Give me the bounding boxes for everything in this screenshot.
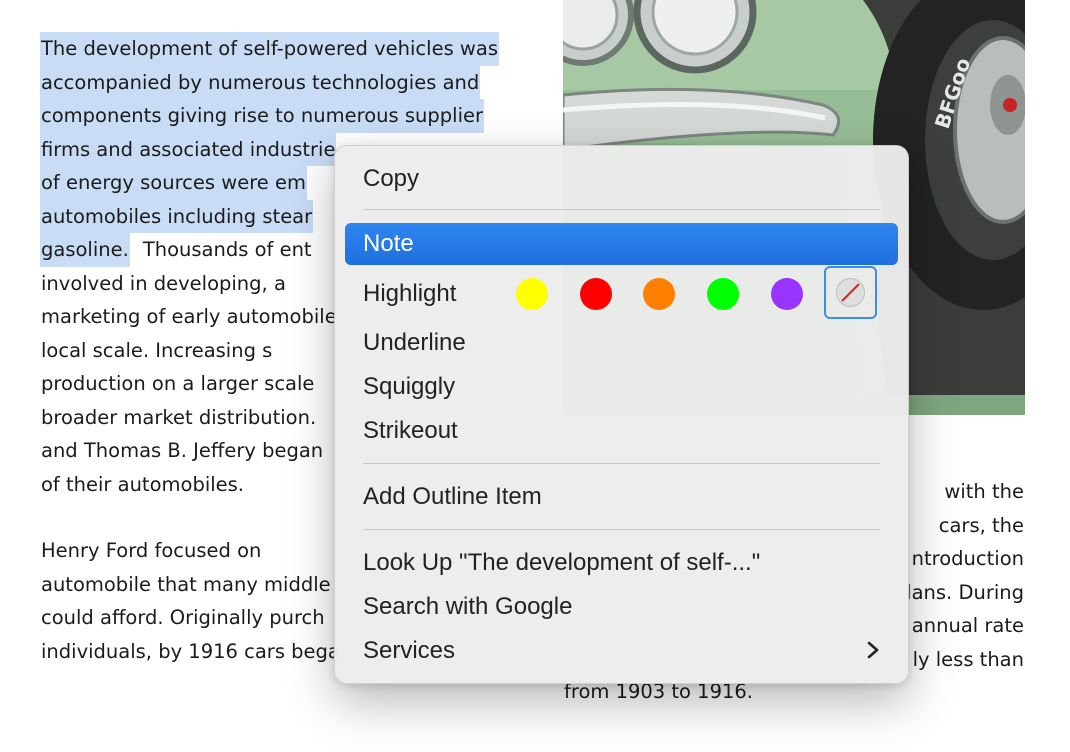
menu-item-services[interactable]: Services <box>363 631 455 671</box>
text-line: ly less than <box>905 643 1025 677</box>
context-menu: Copy Note Highlight Underline Squiggly S… <box>334 145 909 684</box>
body-text: ly less than <box>912 647 1024 671</box>
body-text: marketing of early automobile <box>41 305 337 328</box>
selected-text[interactable]: accompanied by numerous technologies and <box>40 65 481 99</box>
text-line: annual rate <box>905 609 1025 643</box>
menu-separator <box>363 463 880 464</box>
text-line: with the <box>905 475 1025 509</box>
menu-separator <box>363 209 880 210</box>
body-text: lans. During <box>906 580 1024 604</box>
text-line: lans. During <box>905 576 1025 610</box>
menu-item-look-up[interactable]: Look Up "The development of self-..." <box>363 543 760 583</box>
menu-item-copy[interactable]: Copy <box>363 159 419 199</box>
selected-text[interactable]: The development of self-powered vehicles… <box>40 32 499 66</box>
highlight-color-red[interactable] <box>580 278 612 310</box>
body-text: with the <box>944 480 1024 503</box>
body-text-column-left-2: Henry Ford focused on automobile that ma… <box>40 534 340 668</box>
text-line: The development of self-powered vehicles… <box>40 32 502 66</box>
menu-item-squiggly[interactable]: Squiggly <box>363 367 455 407</box>
body-text: involved in developing, a <box>41 271 286 295</box>
body-text: and Thomas B. Jeffery began <box>41 439 324 462</box>
highlight-color-orange[interactable] <box>643 278 675 310</box>
selected-text[interactable]: firms and associated industrie <box>40 132 337 166</box>
highlight-color-green[interactable] <box>707 278 739 310</box>
body-text: automobile that many middle <box>41 572 331 596</box>
text-line: ntroduction <box>905 542 1025 576</box>
selected-text[interactable]: components giving rise to numerous suppl… <box>40 99 484 133</box>
body-text: annual rate <box>911 614 1024 637</box>
menu-item-add-outline-item[interactable]: Add Outline Item <box>363 477 542 517</box>
slash-icon <box>841 283 860 302</box>
menu-item-strikeout[interactable]: Strikeout <box>363 411 458 451</box>
no-color-icon <box>836 278 865 307</box>
text-line: accompanied by numerous technologies and <box>40 65 502 99</box>
body-text: ntroduction <box>911 547 1024 570</box>
text-line: Henry Ford focused on <box>40 534 340 568</box>
body-text: Thousands of ent <box>142 238 312 261</box>
body-text: local scale. Increasing s <box>41 338 273 362</box>
body-text: Henry Ford focused on <box>41 539 262 562</box>
text-line: components giving rise to numerous suppl… <box>40 99 502 133</box>
menu-separator <box>363 529 880 530</box>
menu-item-search-google[interactable]: Search with Google <box>363 587 572 627</box>
highlight-color-purple[interactable] <box>771 278 803 310</box>
highlight-color-yellow[interactable] <box>516 278 548 310</box>
body-text-column-right: with the cars, the ntroduction lans. Dur… <box>905 475 1025 676</box>
selected-text[interactable]: of energy sources were em <box>40 166 307 200</box>
body-text: of their automobiles. <box>41 472 245 496</box>
body-text: cars, the <box>938 513 1024 537</box>
text-line: individuals, by 1916 cars bega <box>40 635 340 669</box>
body-text: production on a larger scale <box>41 372 315 395</box>
text-line: cars, the <box>905 509 1025 543</box>
menu-item-note[interactable]: Note <box>345 223 898 265</box>
text-line: automobile that many middle <box>40 568 340 602</box>
menu-item-underline[interactable]: Underline <box>363 323 466 363</box>
chevron-right-icon <box>867 641 879 659</box>
body-text: could afford. Originally purch <box>41 606 325 629</box>
text-line: could afford. Originally purch <box>40 601 340 635</box>
body-text: individuals, by 1916 cars bega <box>41 639 340 663</box>
menu-item-highlight[interactable]: Highlight <box>363 274 456 314</box>
highlight-color-none-button[interactable] <box>824 266 877 319</box>
body-text: broader market distribution. <box>41 405 317 429</box>
selected-text[interactable]: gasoline. <box>40 233 130 267</box>
selected-text[interactable]: automobiles including stear <box>40 199 314 233</box>
